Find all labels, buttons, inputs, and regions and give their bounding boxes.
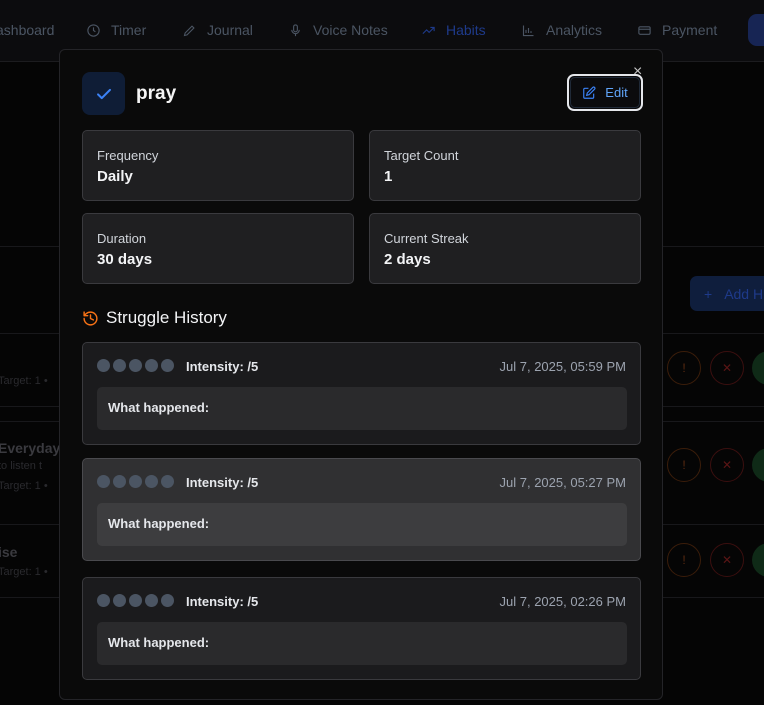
struggle-entry[interactable]: Intensity: /5 Jul 7, 2025, 05:27 PM What… xyxy=(82,458,641,561)
complete-button[interactable] xyxy=(752,543,764,577)
habit-title: pray xyxy=(136,83,177,104)
avatar[interactable] xyxy=(748,14,764,46)
trend-icon xyxy=(422,26,435,34)
habit-row-meta: Target: 1 • xyxy=(0,566,48,578)
intensity-dot xyxy=(161,594,174,607)
nav-item-dashboard[interactable]: ashboard xyxy=(0,0,54,60)
stat-label: Duration xyxy=(97,231,147,246)
stat-duration: Duration 30 days xyxy=(82,213,354,284)
stat-current-streak: Current Streak 2 days xyxy=(369,213,641,284)
nav-item-label: Timer xyxy=(111,22,147,38)
habit-row-title: Everyday xyxy=(0,440,61,456)
edit-label: Edit xyxy=(605,85,628,100)
stat-value: 1 xyxy=(384,168,393,185)
complete-button[interactable] xyxy=(752,351,764,385)
what-happened-label: What happened: xyxy=(108,516,210,531)
intensity-dot xyxy=(97,475,110,488)
intensity-dot xyxy=(113,594,126,607)
stat-target-count: Target Count 1 xyxy=(369,130,641,201)
struggle-history-header: Struggle History xyxy=(82,308,227,328)
delete-button[interactable]: ✕ xyxy=(710,543,744,577)
intensity-dot xyxy=(97,594,110,607)
check-icon xyxy=(96,88,111,99)
habit-detail-modal: × pray Edit Frequency Daily Target Count… xyxy=(59,49,663,700)
struggle-button[interactable]: ! xyxy=(667,543,701,577)
intensity-label: Intensity: /5 xyxy=(186,594,259,609)
clock-icon xyxy=(87,23,100,37)
entry-timestamp: Jul 7, 2025, 05:27 PM xyxy=(499,475,626,490)
what-happened-box: What happened: xyxy=(97,503,627,546)
nav-item-label: Habits xyxy=(446,22,486,38)
bar-chart-icon xyxy=(522,25,534,36)
section-title: Struggle History xyxy=(106,308,227,327)
delete-button[interactable]: ✕ xyxy=(710,351,744,385)
intensity-label: Intensity: /5 xyxy=(186,475,259,490)
intensity-dot xyxy=(97,359,110,372)
intensity-dot xyxy=(161,359,174,372)
habit-row-subtitle: to listen t xyxy=(0,460,43,472)
intensity-dot xyxy=(113,475,126,488)
struggle-button[interactable]: ! xyxy=(667,351,701,385)
nav-item-label: ashboard xyxy=(0,22,55,38)
stat-label: Current Streak xyxy=(384,231,469,246)
intensity-dot xyxy=(145,475,158,488)
delete-button[interactable]: ✕ xyxy=(710,448,744,482)
intensity-dot xyxy=(145,359,158,372)
nav-item-label: Voice Notes xyxy=(313,22,388,38)
what-happened-box: What happened: xyxy=(97,387,627,430)
history-icon xyxy=(83,310,98,326)
intensity-dot xyxy=(129,475,142,488)
pen-icon xyxy=(183,24,195,36)
plus-icon: + xyxy=(704,285,713,302)
add-habit-label: Add H xyxy=(724,285,764,302)
intensity-dots xyxy=(97,594,174,607)
nav-item-label: Payment xyxy=(662,22,718,38)
what-happened-box: What happened: xyxy=(97,622,627,665)
stat-value: 2 days xyxy=(384,251,431,268)
card-icon xyxy=(638,25,651,35)
edit-icon xyxy=(583,86,596,99)
what-happened-label: What happened: xyxy=(108,635,210,650)
habit-icon-badge xyxy=(82,72,125,115)
stat-frequency: Frequency Daily xyxy=(82,130,354,201)
intensity-dots xyxy=(97,359,174,372)
habit-row-meta: Target: 1 • xyxy=(0,480,48,492)
intensity-dot xyxy=(129,594,142,607)
add-habit-button[interactable]: + Add H xyxy=(690,276,764,311)
what-happened-label: What happened: xyxy=(108,400,210,415)
stat-label: Target Count xyxy=(384,148,459,163)
stat-value: Daily xyxy=(97,168,133,185)
habit-row-meta: Target: 1 • xyxy=(0,375,48,387)
mic-icon xyxy=(291,23,300,36)
stat-value: 30 days xyxy=(97,251,153,268)
nav-item-label: Journal xyxy=(207,22,253,38)
intensity-dot xyxy=(161,475,174,488)
intensity-dot xyxy=(113,359,126,372)
intensity-dots xyxy=(97,475,174,488)
stat-label: Frequency xyxy=(97,148,159,163)
struggle-entry[interactable]: Intensity: /5 Jul 7, 2025, 02:26 PM What… xyxy=(82,577,641,680)
entry-timestamp: Jul 7, 2025, 05:59 PM xyxy=(499,359,626,374)
struggle-entry[interactable]: Intensity: /5 Jul 7, 2025, 05:59 PM What… xyxy=(82,342,641,445)
struggle-button[interactable]: ! xyxy=(667,448,701,482)
intensity-label: Intensity: /5 xyxy=(186,359,259,374)
complete-button[interactable] xyxy=(752,448,764,482)
habit-row-title: ise xyxy=(0,544,18,560)
entry-timestamp: Jul 7, 2025, 02:26 PM xyxy=(499,594,626,609)
edit-button[interactable]: Edit xyxy=(567,74,643,111)
nav-item-label: Analytics xyxy=(546,22,603,38)
intensity-dot xyxy=(129,359,142,372)
intensity-dot xyxy=(145,594,158,607)
